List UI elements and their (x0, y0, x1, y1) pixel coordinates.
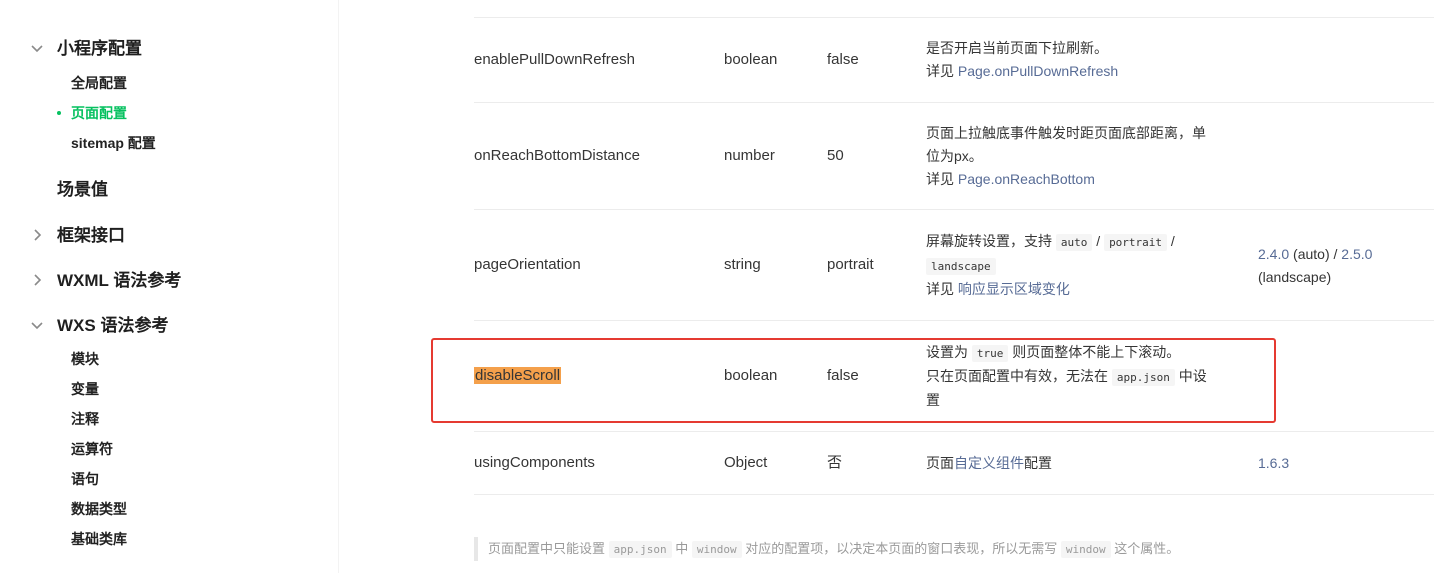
property-name: pageOrientation (474, 256, 581, 273)
description-text: 位为px。 (926, 148, 983, 164)
property-type: Object (724, 454, 768, 471)
nav-group-mp-config[interactable]: 小程序配置 (0, 36, 338, 62)
sidebar-item-comment[interactable]: 注释 (71, 409, 99, 429)
version-link[interactable]: 2.4.0 (1258, 246, 1289, 262)
nav-group-label: WXS 语法参考 (57, 316, 169, 335)
sidebar-item-sitemap-config[interactable]: sitemap 配置 (71, 133, 156, 153)
property-description: 是否开启当前页面下拉刷新。 详见 Page.onPullDownRefresh (926, 37, 1118, 83)
property-default: false (827, 51, 859, 68)
version-text: (auto) / (1289, 246, 1342, 262)
table-row-divider (474, 494, 1434, 495)
separator: / (1167, 233, 1175, 249)
nav-group-wxml[interactable]: WXML 语法参考 (0, 268, 338, 294)
sidebar-item-data-type[interactable]: 数据类型 (71, 499, 127, 519)
description-text: 页面 (926, 455, 954, 471)
doc-link[interactable]: Page.onReachBottom (958, 171, 1095, 187)
inline-code: window (1060, 541, 1111, 558)
version-text: (landscape) (1258, 269, 1332, 285)
sidebar-nav: 小程序配置 全局配置 页面配置 sitemap 配置 场景值 框架接口 WXML… (0, 0, 338, 573)
note-text: 页面配置中只能设置 (488, 541, 609, 556)
property-description: 屏幕旋转设置，支持 auto / portrait / landscape 详见… (926, 230, 1175, 301)
note-text: 对应的配置项，以决定本页面的窗口表现，所以无需写 (741, 541, 1061, 556)
version-info: 1.6.3 (1258, 452, 1289, 475)
property-name: enablePullDownRefresh (474, 51, 635, 68)
description-text: 页面上拉触底事件触发时距页面底部距离，单 (926, 125, 1206, 141)
sidebar-item-global-config[interactable]: 全局配置 (71, 73, 127, 93)
property-default: 50 (827, 147, 844, 164)
property-type: number (724, 147, 775, 164)
property-description: 页面上拉触底事件触发时距页面底部距离，单 位为px。 详见 Page.onRea… (926, 122, 1206, 191)
chevron-right-icon (30, 228, 44, 242)
nav-group-framework-api[interactable]: 框架接口 (0, 223, 338, 249)
version-link[interactable]: 1.6.3 (1258, 455, 1289, 471)
chevron-right-icon (30, 273, 44, 287)
nav-group-label: 框架接口 (57, 226, 125, 245)
property-name: onReachBottomDistance (474, 147, 640, 164)
description-line: landscape (926, 254, 1175, 278)
note-text: 这个属性。 (1110, 541, 1180, 556)
sidebar-item-variable[interactable]: 变量 (71, 379, 99, 399)
nav-group-label: 场景值 (57, 180, 108, 199)
description-text: 是否开启当前页面下拉刷新。 (926, 40, 1108, 56)
inline-code: landscape (926, 258, 996, 275)
active-indicator (57, 111, 61, 115)
see-also: 详见 Page.onReachBottom (926, 168, 1206, 191)
table-row-divider (474, 102, 1434, 103)
see-also-prefix: 详见 (926, 171, 958, 187)
table-row-divider (474, 431, 1434, 432)
nav-group-label: WXML 语法参考 (57, 271, 182, 290)
nav-group-wxs[interactable]: WXS 语法参考 (0, 313, 338, 339)
note-text: 中 (671, 541, 692, 556)
table-row-divider (474, 17, 1434, 18)
see-also-prefix: 详见 (926, 281, 958, 297)
inline-code: portrait (1104, 234, 1168, 251)
custom-component-link[interactable]: 自定义组件 (954, 455, 1024, 471)
doc-link[interactable]: 响应显示区域变化 (958, 281, 1070, 297)
description-text: 配置 (1024, 455, 1052, 471)
see-also-prefix: 详见 (926, 63, 958, 79)
sidebar-item-page-config[interactable]: 页面配置 (71, 103, 127, 123)
separator: / (1092, 233, 1105, 249)
chevron-down-icon (30, 41, 44, 55)
sidebar-item-operator[interactable]: 运算符 (71, 439, 113, 459)
description-line: 屏幕旋转设置，支持 auto / portrait / (926, 230, 1175, 254)
version-info: 2.4.0 (auto) / 2.5.0 (landscape) (1258, 243, 1372, 289)
sidebar-divider (338, 0, 339, 573)
doc-link[interactable]: Page.onPullDownRefresh (958, 63, 1118, 79)
blockquote-bar (474, 537, 478, 561)
property-name: usingComponents (474, 454, 595, 471)
sidebar-item-statement[interactable]: 语句 (71, 469, 99, 489)
table-row-divider (474, 320, 1434, 321)
see-also: 详见 Page.onPullDownRefresh (926, 60, 1118, 83)
property-default: 否 (827, 454, 843, 471)
nav-group-scene[interactable]: 场景值 (0, 177, 338, 203)
description-text: 屏幕旋转设置，支持 (926, 233, 1056, 249)
footnote-note: 页面配置中只能设置 app.json 中 window 对应的配置项，以决定本页… (474, 537, 1274, 561)
table-row-divider (474, 209, 1434, 210)
property-type: string (724, 256, 761, 273)
chevron-down-icon (30, 318, 44, 332)
highlight-annotation-box (431, 338, 1276, 423)
property-description: 页面自定义组件配置 (926, 452, 1052, 475)
see-also: 详见 响应显示区域变化 (926, 278, 1175, 301)
inline-code: window (691, 541, 742, 558)
property-type: boolean (724, 51, 778, 68)
inline-code: app.json (608, 541, 672, 558)
version-link[interactable]: 2.5.0 (1341, 246, 1372, 262)
footnote-text: 页面配置中只能设置 app.json 中 window 对应的配置项，以决定本页… (488, 539, 1179, 560)
sidebar-item-module[interactable]: 模块 (71, 349, 99, 369)
property-default: portrait (827, 256, 874, 273)
sidebar-item-basic-library[interactable]: 基础类库 (71, 529, 127, 549)
nav-group-label: 小程序配置 (57, 39, 142, 58)
version-line: 2.4.0 (auto) / 2.5.0 (1258, 243, 1372, 266)
inline-code: auto (1055, 234, 1093, 251)
